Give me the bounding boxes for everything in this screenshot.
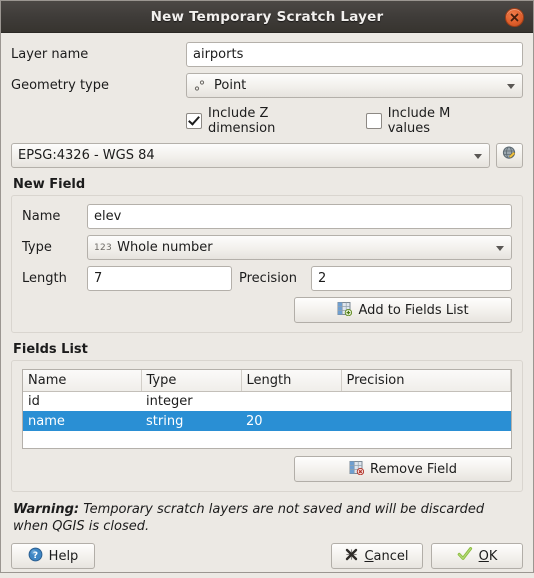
remove-field-row: Remove Field [22,456,512,482]
globe-crs-select-icon [501,145,518,166]
table-add-icon [337,301,353,320]
add-field-row: Add to Fields List [22,297,512,323]
checkbox-box-z [186,113,202,129]
geometry-type-combo[interactable]: Point [186,73,523,98]
field-precision-input[interactable] [311,266,512,291]
cancel-label-rest: ancel [373,548,409,564]
column-header-name[interactable]: Name [23,370,142,392]
point-geometry-icon [193,78,209,94]
svg-text:?: ? [33,551,38,561]
whole-number-123-icon: 123 [94,242,113,253]
help-button[interactable]: ? Help [11,543,95,569]
cell-name: id [28,393,40,409]
add-to-fields-list-button[interactable]: Add to Fields List [294,297,512,323]
include-z-checkbox[interactable]: Include Z dimension [186,106,338,136]
geometry-type-row: Geometry type Point [11,73,523,98]
ok-label: OK [478,548,498,564]
cell-length: 20 [241,411,341,431]
length-precision-row: Length Precision [22,266,512,291]
fields-table-wrapper[interactable]: Name Type Length Precision id integer na… [22,369,512,449]
table-header-row: Name Type Length Precision [23,370,511,392]
table-row[interactable]: name string 20 [23,411,511,431]
dimension-checkbox-row: Include Z dimension Include M values [186,106,523,136]
new-field-group-title: New Field [13,177,86,192]
table-row[interactable]: id integer [23,391,511,411]
help-label: Help [48,548,79,564]
warning-message: Warning: Temporary scratch layers are no… [13,501,521,535]
new-temporary-scratch-layer-dialog: New Temporary Scratch Layer Layer name G… [0,0,534,573]
include-m-checkbox[interactable]: Include M values [365,106,495,136]
crs-select-button[interactable] [496,143,523,168]
cell-precision [341,391,511,411]
field-length-label: Length [22,271,67,286]
include-z-label: Include Z dimension [208,106,276,136]
cell-name: name [23,411,141,431]
check-icon [457,546,473,566]
geometry-type-label: Geometry type [11,78,109,93]
field-type-value: Whole number [117,240,213,255]
geometry-type-value: Point [214,78,247,93]
crs-value: EPSG:4326 - WGS 84 [18,148,155,163]
warning-text: Temporary scratch layers are not saved a… [13,502,485,534]
new-field-group: Name Type 123 Whole number Length Precis… [11,195,523,333]
field-name-label: Name [22,209,61,224]
remove-field-button[interactable]: Remove Field [294,456,512,482]
cancel-label: Cancel [364,548,409,564]
fields-table: Name Type Length Precision id integer na… [23,370,511,431]
dialog-body: Layer name Geometry type Point Inc [1,33,533,535]
layer-name-row: Layer name [11,42,523,67]
warning-prefix: Warning: [13,502,80,517]
cell-type: string [141,411,241,431]
dialog-button-bar: ? Help Cancel OK [1,535,533,578]
ok-button[interactable]: OK [431,543,523,569]
field-type-combo[interactable]: 123 Whole number [87,235,512,260]
field-precision-label: Precision [239,271,298,286]
field-type-label: Type [22,240,52,255]
fields-list-group-title: Fields List [13,342,88,357]
add-to-fields-list-label: Add to Fields List [358,302,469,318]
ok-label-rest: K [488,548,498,564]
field-name-input[interactable] [87,204,512,229]
cancel-x-icon [345,548,358,565]
table-remove-icon [349,460,365,479]
crs-row: EPSG:4326 - WGS 84 [11,143,523,168]
field-type-row: Type 123 Whole number [22,235,512,260]
close-icon[interactable] [505,8,524,27]
cell-length [241,391,341,411]
column-header-type[interactable]: Type [141,370,242,392]
cancel-button[interactable]: Cancel [331,543,423,569]
fields-list-group: Name Type Length Precision id integer na… [11,360,523,492]
chevron-down-icon [507,83,515,89]
field-length-input[interactable] [87,266,232,291]
help-question-icon: ? [28,547,43,566]
chevron-down-icon [474,153,482,159]
chevron-down-icon [496,245,504,251]
layer-name-label: Layer name [11,47,89,62]
crs-combo[interactable]: EPSG:4326 - WGS 84 [11,143,490,168]
column-header-length[interactable]: Length [241,370,342,392]
layer-name-input[interactable] [186,42,523,67]
checkbox-box-m [365,113,382,129]
remove-field-label: Remove Field [370,461,457,477]
column-header-precision[interactable]: Precision [341,370,511,392]
dialog-titlebar: New Temporary Scratch Layer [1,1,533,33]
cell-type: integer [146,393,193,409]
field-name-row: Name [22,204,512,229]
dialog-title: New Temporary Scratch Layer [150,8,384,25]
cell-precision [341,411,511,431]
include-m-label: Include M values [387,106,451,136]
